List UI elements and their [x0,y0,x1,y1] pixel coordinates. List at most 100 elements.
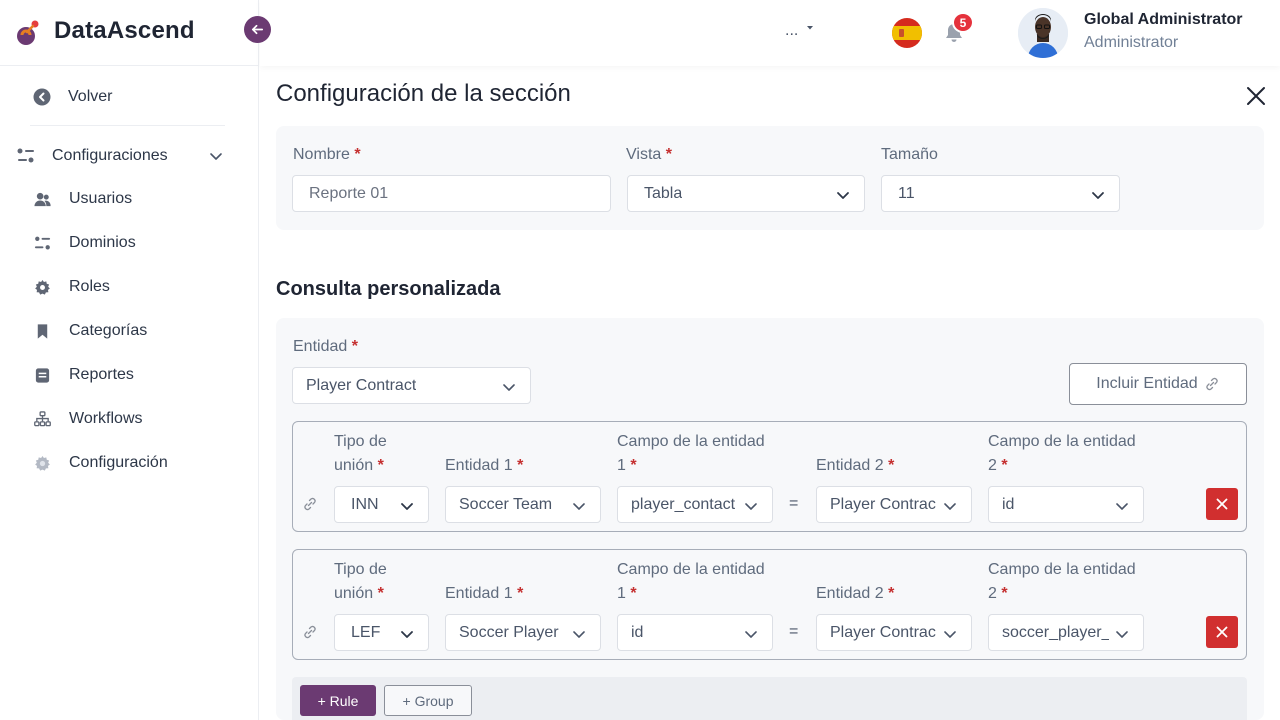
join-type-select[interactable]: INN [334,486,429,523]
include-entity-label: Incluir Entidad [1096,375,1198,392]
entity1-value: Soccer Player [459,623,559,641]
sidebar-item-label: Dominios [69,234,136,251]
close-icon [1216,498,1228,510]
include-entity-button[interactable]: Incluir Entidad [1069,363,1247,405]
chevron-down-icon [401,503,413,510]
field1-select[interactable]: player_contact [617,486,773,523]
chevron-down-icon [944,503,956,510]
field2-value: id [1002,495,1015,513]
cog-light-icon [35,455,50,471]
join-rule: Tipo de unión * Entidad 1 * Campo de la e… [292,549,1247,660]
entity1-label: Entidad 1 * [445,457,524,474]
join-type-label: Tipo de unión * [334,561,387,602]
sidebar-item-label: Configuración [69,454,168,471]
nav-group-configuraciones[interactable]: Configuraciones [0,140,240,172]
brand-name: DataAscend [54,17,195,44]
entity1-select[interactable]: Soccer Player [445,614,601,651]
add-group-button[interactable]: + Group [384,685,472,716]
sidebar-item-usuarios[interactable]: Usuarios [0,183,240,215]
sidebar-item-categorias[interactable]: Categorías [0,315,240,347]
entity2-select[interactable]: Player Contrac [816,486,972,523]
size-select[interactable]: 11 [881,175,1120,212]
brand: DataAscend [0,0,259,66]
join-type-value: LEF [351,623,381,641]
entity2-value: Player Contrac [830,623,936,641]
chevron-down-icon [573,631,585,638]
more-dropdown-label: ... [785,22,799,39]
user-name: Global Administrator [1084,11,1243,28]
field1-select[interactable]: id [617,614,773,651]
entity2-label: Entidad 2 * [816,585,895,602]
join-type-select[interactable]: LEF [334,614,429,651]
nav-back-label: Volver [68,88,113,105]
gear-icon [35,279,50,295]
name-input[interactable]: Reporte 01 [292,175,611,212]
users-icon [34,192,51,207]
top-header: ... 5 Global Administrator Administrator [260,0,1280,66]
join-type-value: INN [351,495,379,513]
sidebar-item-label: Usuarios [69,190,133,207]
chevron-down-icon [745,631,757,638]
chevron-down-icon [401,631,413,638]
nav-back[interactable]: Volver [16,80,234,114]
sidebar-item-workflows[interactable]: Workflows [0,403,240,435]
join-type-label: Tipo de unión * [334,433,387,474]
field1-label: Campo de la entidad 1 * [617,433,765,474]
size-label: Tamaño [881,146,938,163]
entity-select-value: Player Contract [306,376,417,394]
sidebar-item-label: Roles [69,278,110,295]
section-settings-card: Nombre * Reporte 01 Vista * Tabla Tamaño… [276,126,1264,230]
link-icon [304,497,316,511]
user-role: Administrator [1084,34,1179,51]
sidebar-item-label: Reportes [69,366,134,383]
sidebar-item-label: Workflows [69,410,143,427]
chevron-down-icon [1116,631,1128,638]
chevron-down-icon [573,503,585,510]
field2-select[interactable]: id [988,486,1144,523]
avatar[interactable] [1018,8,1068,58]
field2-label: Campo de la entidad 2 * [988,561,1136,602]
delete-rule-button[interactable] [1206,488,1238,520]
close-icon[interactable] [1244,84,1268,108]
divider [30,125,225,126]
entity-label: Entidad * [293,338,358,355]
entity2-value: Player Contrac [830,495,936,513]
more-dropdown[interactable]: ... [785,22,815,40]
language-flag-icon[interactable] [892,18,922,48]
field2-value: soccer_player_ [1002,623,1109,641]
equals-sign: = [789,623,799,640]
link-icon [304,625,316,639]
view-label: Vista * [626,146,672,163]
size-select-value: 11 [898,184,915,202]
view-select-value: Tabla [644,184,683,202]
custom-query-title: Consulta personalizada [276,278,501,300]
field2-select[interactable]: soccer_player_ [988,614,1144,651]
caret-down-icon [806,26,813,30]
chevron-down-icon [503,384,515,391]
entity1-select[interactable]: Soccer Team [445,486,601,523]
sidebar-item-reportes[interactable]: Reportes [0,359,240,391]
user-avatar-icon [1018,8,1068,58]
sidebar-item-configuracion[interactable]: Configuración [0,447,240,479]
entity2-select[interactable]: Player Contrac [816,614,972,651]
collapse-sidebar-button[interactable] [244,16,271,43]
sitemap-icon [34,411,51,427]
entity-select[interactable]: Player Contract [292,367,531,404]
toggles-icon [34,236,51,250]
chevron-down-icon [745,503,757,510]
chevron-down-icon [944,631,956,638]
add-rule-button[interactable]: + Rule [300,685,376,716]
entity1-value: Soccer Team [459,495,553,513]
back-circle-icon [33,88,51,106]
sidebar-item-roles[interactable]: Roles [0,271,240,303]
view-select[interactable]: Tabla [627,175,865,212]
report-icon [35,368,50,383]
nav-group-label: Configuraciones [52,147,168,164]
field2-label: Campo de la entidad 2 * [988,433,1136,474]
chevron-down-icon [210,153,222,160]
join-rule: Tipo de unión * Entidad 1 * Campo de la e… [292,421,1247,532]
equals-sign: = [789,495,799,512]
delete-rule-button[interactable] [1206,616,1238,648]
spain-flag-icon [892,18,922,48]
sidebar-item-dominios[interactable]: Dominios [0,227,240,259]
